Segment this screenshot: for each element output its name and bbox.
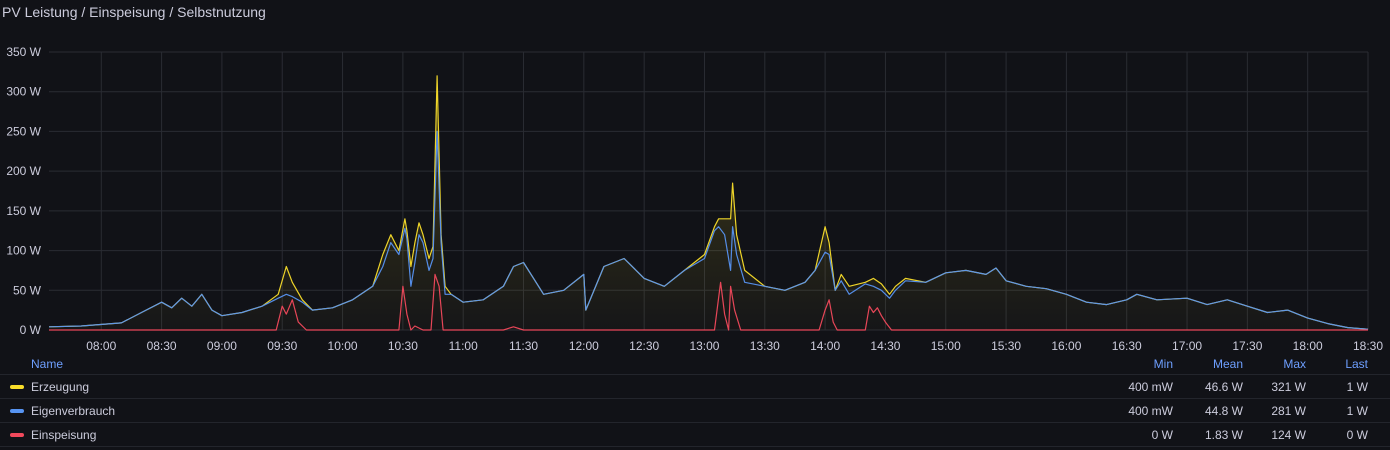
legend-last: 1 W — [1346, 404, 1368, 418]
y-tick-label: 100 W — [6, 244, 41, 258]
legend-swatch-einspeisung — [10, 433, 24, 437]
legend-min: 0 W — [1151, 428, 1173, 442]
x-tick-label: 13:30 — [750, 339, 780, 352]
x-tick-label: 08:00 — [86, 339, 116, 352]
legend-name[interactable]: Eigenverbrauch — [31, 404, 115, 418]
legend-header-mean[interactable]: Mean — [1213, 357, 1243, 371]
legend-swatch-erzeugung — [10, 385, 24, 389]
legend-last: 0 W — [1346, 428, 1368, 442]
legend-min: 400 mW — [1128, 404, 1173, 418]
legend-mean: 44.8 W — [1204, 404, 1243, 418]
legend-table: Name Min Mean Max Last Erzeugung 400 mW … — [0, 352, 1390, 447]
legend-header-max[interactable]: Max — [1283, 357, 1306, 371]
legend-swatch-eigenverbrauch — [10, 409, 24, 413]
x-tick-label: 17:30 — [1232, 339, 1262, 352]
x-tick-label: 18:30 — [1353, 339, 1383, 352]
legend-row-erzeugung[interactable]: Erzeugung 400 mW 46.6 W 321 W 1 W — [0, 375, 1390, 399]
x-tick-label: 15:00 — [931, 339, 961, 352]
legend-header-last[interactable]: Last — [1345, 357, 1368, 371]
x-axis: 08:00 08:30 09:00 09:30 10:00 10:30 11:00 11:30… — [86, 339, 1383, 352]
legend-header-name[interactable]: Name — [31, 357, 63, 371]
x-tick-label: 11:30 — [509, 339, 538, 352]
legend-max: 281 W — [1271, 404, 1306, 418]
legend-row-eigenverbrauch[interactable]: Eigenverbrauch 400 mW 44.8 W 281 W 1 W — [0, 399, 1390, 423]
x-tick-label: 11:00 — [449, 339, 478, 352]
y-tick-label: 300 W — [6, 85, 41, 99]
y-tick-label: 350 W — [6, 45, 41, 59]
x-tick-label: 08:30 — [147, 339, 177, 352]
x-tick-label: 12:00 — [569, 339, 599, 352]
chart-series — [48, 75, 1369, 331]
legend-max: 321 W — [1271, 380, 1306, 394]
x-tick-label: 12:30 — [629, 339, 659, 352]
y-axis: 0 W 50 W 100 W 150 W 200 W 250 W 300 W 350 W — [6, 45, 41, 337]
y-tick-label: 0 W — [20, 323, 42, 337]
legend-max: 124 W — [1271, 428, 1306, 442]
legend-name[interactable]: Einspeisung — [31, 428, 96, 442]
x-tick-label: 14:30 — [870, 339, 900, 352]
y-tick-label: 50 W — [13, 283, 42, 297]
legend-row-einspeisung[interactable]: Einspeisung 0 W 1.83 W 124 W 0 W — [0, 423, 1390, 447]
series-area-erzeugung — [49, 75, 1368, 330]
y-tick-label: 250 W — [6, 124, 41, 138]
x-tick-label: 09:30 — [267, 339, 297, 352]
legend-header-min[interactable]: Min — [1154, 357, 1173, 371]
legend-name[interactable]: Erzeugung — [31, 380, 89, 394]
legend-min: 400 mW — [1128, 380, 1173, 394]
x-tick-label: 10:00 — [328, 339, 358, 352]
x-tick-label: 09:00 — [207, 339, 237, 352]
x-tick-label: 15:30 — [991, 339, 1021, 352]
timeseries-chart[interactable]: 0 W 50 W 100 W 150 W 200 W 250 W 300 W 350 W 08… — [0, 0, 1390, 352]
x-tick-label: 18:00 — [1293, 339, 1323, 352]
x-tick-label: 10:30 — [388, 339, 418, 352]
x-tick-label: 16:00 — [1051, 339, 1081, 352]
x-tick-label: 14:00 — [810, 339, 840, 352]
x-tick-label: 17:00 — [1172, 339, 1202, 352]
y-tick-label: 200 W — [6, 164, 41, 178]
legend-mean: 1.83 W — [1204, 428, 1243, 442]
legend-header-row: Name Min Mean Max Last — [0, 352, 1390, 375]
legend-last: 1 W — [1346, 380, 1368, 394]
x-tick-label: 16:30 — [1112, 339, 1142, 352]
x-tick-label: 13:00 — [689, 339, 719, 352]
legend-mean: 46.6 W — [1204, 380, 1243, 394]
y-tick-label: 150 W — [6, 204, 41, 218]
